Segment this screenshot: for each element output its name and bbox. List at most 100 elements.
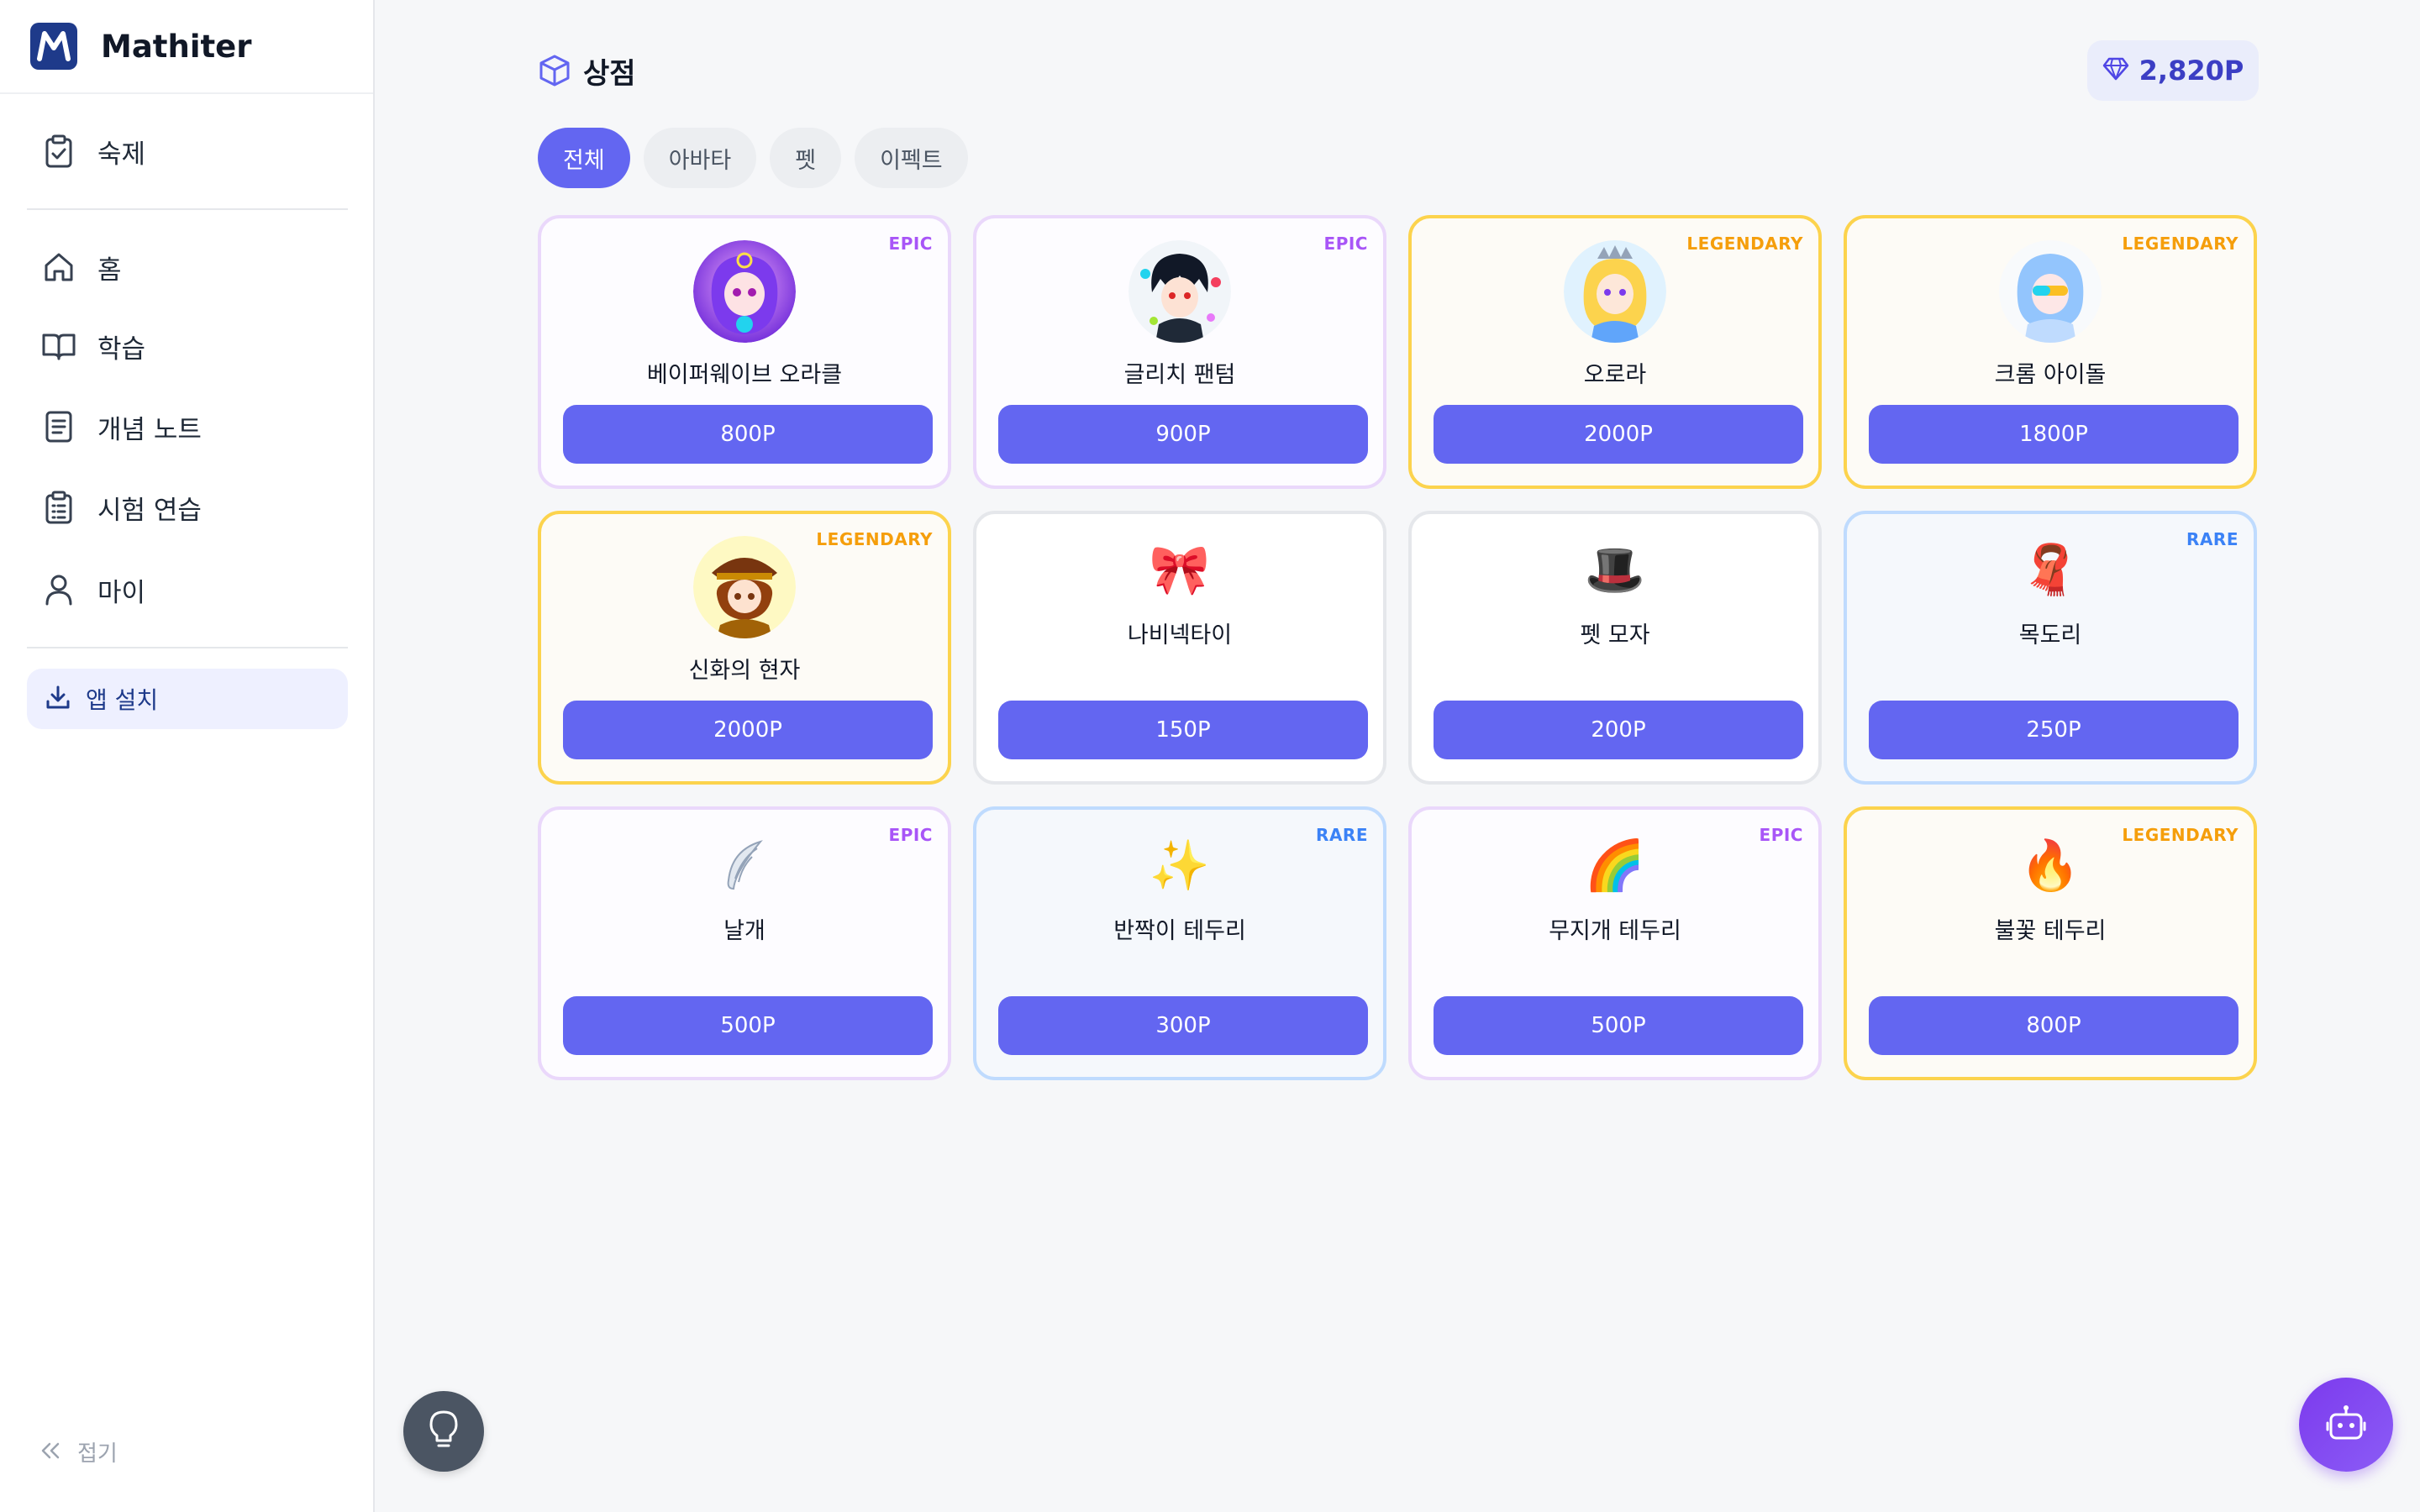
points-value: 2,820P bbox=[2139, 55, 2244, 87]
install-app-label: 앱 설치 bbox=[86, 686, 159, 714]
scarf-icon: 🧣 bbox=[2019, 540, 2081, 598]
buy-button[interactable]: 200P bbox=[1434, 701, 1803, 759]
sidebar-item-study[interactable]: 학습 bbox=[27, 314, 348, 378]
sidebar-item-exam-practice[interactable]: 시험 연습 bbox=[27, 475, 348, 539]
sidebar-item-label: 시험 연습 bbox=[97, 495, 202, 526]
notes-icon bbox=[40, 408, 77, 445]
buy-button[interactable]: 300P bbox=[998, 996, 1368, 1055]
item-name: 반짝이 테두리 bbox=[1113, 918, 1246, 944]
sidebar-item-label: 숙제 bbox=[97, 139, 146, 170]
shop-item-card[interactable]: LEGENDARY 크롬 아이돌 1800P bbox=[1844, 215, 2257, 489]
shop-item-card[interactable]: EPIC 🌈 무지개 테두리 500P bbox=[1408, 806, 1822, 1080]
category-tabs: 전체 아바타 펫 이펙트 bbox=[538, 128, 968, 188]
avatar-phantom-image bbox=[1128, 240, 1231, 343]
rarity-badge: EPIC bbox=[888, 234, 933, 254]
sidebar-divider bbox=[27, 208, 348, 210]
shop-item-card[interactable]: EPIC 베이퍼웨이브 오라클 800P bbox=[538, 215, 951, 489]
item-name: 글리치 팬텀 bbox=[1123, 362, 1236, 388]
sidebar-item-homework[interactable]: 숙제 bbox=[27, 119, 348, 183]
buy-button[interactable]: 500P bbox=[563, 996, 933, 1055]
shop-item-card[interactable]: EPIC 글리치 팬텀 900P bbox=[973, 215, 1386, 489]
shop-item-card[interactable]: 🎀 나비넥타이 150P bbox=[973, 511, 1386, 785]
collapse-label: 접기 bbox=[77, 1441, 118, 1467]
shop-item-card[interactable]: EPIC 날개 500P bbox=[538, 806, 951, 1080]
shop-grid: EPIC 베이퍼웨이브 오라클 800P EPIC 글리치 팬텀 900P LE… bbox=[538, 215, 2257, 1080]
user-icon bbox=[40, 571, 77, 608]
tab-avatar[interactable]: 아바타 bbox=[643, 128, 757, 188]
avatar-aurora-image bbox=[1564, 240, 1666, 343]
lightbulb-icon bbox=[429, 1410, 459, 1453]
points-balance: 2,820P bbox=[2087, 40, 2259, 101]
collapse-sidebar-button[interactable]: 접기 bbox=[40, 1436, 118, 1467]
book-open-icon bbox=[40, 328, 77, 365]
buy-button[interactable]: 2000P bbox=[1434, 405, 1803, 464]
home-icon bbox=[40, 249, 77, 286]
avatar-sage-image bbox=[693, 536, 796, 638]
tab-pet[interactable]: 펫 bbox=[770, 128, 842, 188]
shop-item-card[interactable]: LEGENDARY 오로라 2000P bbox=[1408, 215, 1822, 489]
item-name: 베이퍼웨이브 오라클 bbox=[646, 362, 843, 388]
clipboard-check-icon bbox=[40, 133, 77, 170]
brand[interactable]: Mathiter bbox=[0, 0, 373, 94]
avatar-oracle-image bbox=[693, 240, 796, 343]
ai-assistant-button[interactable] bbox=[2299, 1378, 2393, 1472]
robot-icon bbox=[2326, 1404, 2366, 1445]
item-name: 나비넥타이 bbox=[1127, 622, 1233, 648]
buy-button[interactable]: 900P bbox=[998, 405, 1368, 464]
tab-effect[interactable]: 이펙트 bbox=[855, 128, 968, 188]
item-name: 오로라 bbox=[1583, 362, 1647, 388]
rarity-badge: RARE bbox=[2186, 529, 2238, 549]
mathiter-logo-icon bbox=[30, 23, 77, 70]
clipboard-list-icon bbox=[40, 489, 77, 526]
shop-item-card[interactable]: LEGENDARY 🔥 불꽃 테두리 800P bbox=[1844, 806, 2257, 1080]
sidebar-divider bbox=[27, 647, 348, 648]
rarity-badge: RARE bbox=[1316, 825, 1368, 845]
rarity-badge: EPIC bbox=[888, 825, 933, 845]
buy-button[interactable]: 800P bbox=[1869, 996, 2238, 1055]
bow-tie-icon: 🎀 bbox=[1149, 540, 1211, 598]
sidebar-item-my[interactable]: 마이 bbox=[27, 558, 348, 622]
rainbow-icon: 🌈 bbox=[1584, 836, 1646, 894]
sidebar-item-label: 마이 bbox=[97, 577, 146, 608]
rarity-badge: LEGENDARY bbox=[1686, 234, 1803, 254]
rarity-badge: EPIC bbox=[1759, 825, 1803, 845]
buy-button[interactable]: 500P bbox=[1434, 996, 1803, 1055]
shop-item-card[interactable]: RARE ✨ 반짝이 테두리 300P bbox=[973, 806, 1386, 1080]
item-name: 불꽃 테두리 bbox=[1994, 918, 2107, 944]
buy-button[interactable]: 250P bbox=[1869, 701, 2238, 759]
tab-all[interactable]: 전체 bbox=[538, 128, 630, 188]
item-name: 목도리 bbox=[2018, 622, 2082, 648]
rarity-badge: EPIC bbox=[1323, 234, 1368, 254]
rarity-badge: LEGENDARY bbox=[816, 529, 933, 549]
shop-item-card[interactable]: RARE 🧣 목도리 250P bbox=[1844, 511, 2257, 785]
app-name: Mathiter bbox=[101, 28, 252, 65]
item-name: 크롬 아이돌 bbox=[1994, 362, 2107, 388]
sidebar-item-concept-notes[interactable]: 개념 노트 bbox=[27, 395, 348, 459]
sidebar-item-label: 학습 bbox=[97, 333, 146, 365]
rarity-badge: LEGENDARY bbox=[2122, 234, 2238, 254]
wing-icon bbox=[723, 832, 765, 899]
buy-button[interactable]: 1800P bbox=[1869, 405, 2238, 464]
install-app-button[interactable]: 앱 설치 bbox=[27, 669, 348, 729]
item-name: 날개 bbox=[723, 918, 765, 944]
shop-item-card[interactable]: 🎩 펫 모자 200P bbox=[1408, 511, 1822, 785]
avatar-chrome-image bbox=[1999, 240, 2102, 343]
chevrons-left-icon bbox=[40, 1441, 60, 1463]
buy-button[interactable]: 150P bbox=[998, 701, 1368, 759]
item-name: 펫 모자 bbox=[1580, 622, 1650, 648]
hint-button[interactable] bbox=[403, 1391, 484, 1472]
sparkles-icon: ✨ bbox=[1149, 836, 1211, 894]
diamond-icon bbox=[2102, 57, 2129, 84]
top-hat-icon: 🎩 bbox=[1584, 540, 1646, 598]
sidebar-item-home[interactable]: 홈 bbox=[27, 235, 348, 299]
fire-icon: 🔥 bbox=[2019, 836, 2081, 894]
sidebar-item-label: 개념 노트 bbox=[97, 414, 202, 445]
shop-item-card[interactable]: LEGENDARY 신화의 현자 2000P bbox=[538, 511, 951, 785]
page-title: 상점 bbox=[583, 57, 636, 91]
sidebar: Mathiter 숙제 홈 학습 개념 노트 시험 연습 마이 앱 설치 접기 bbox=[0, 0, 375, 1512]
sidebar-item-label: 홈 bbox=[97, 255, 122, 286]
item-name: 무지개 테두리 bbox=[1549, 918, 1681, 944]
buy-button[interactable]: 800P bbox=[563, 405, 933, 464]
buy-button[interactable]: 2000P bbox=[563, 701, 933, 759]
download-icon bbox=[45, 685, 71, 713]
